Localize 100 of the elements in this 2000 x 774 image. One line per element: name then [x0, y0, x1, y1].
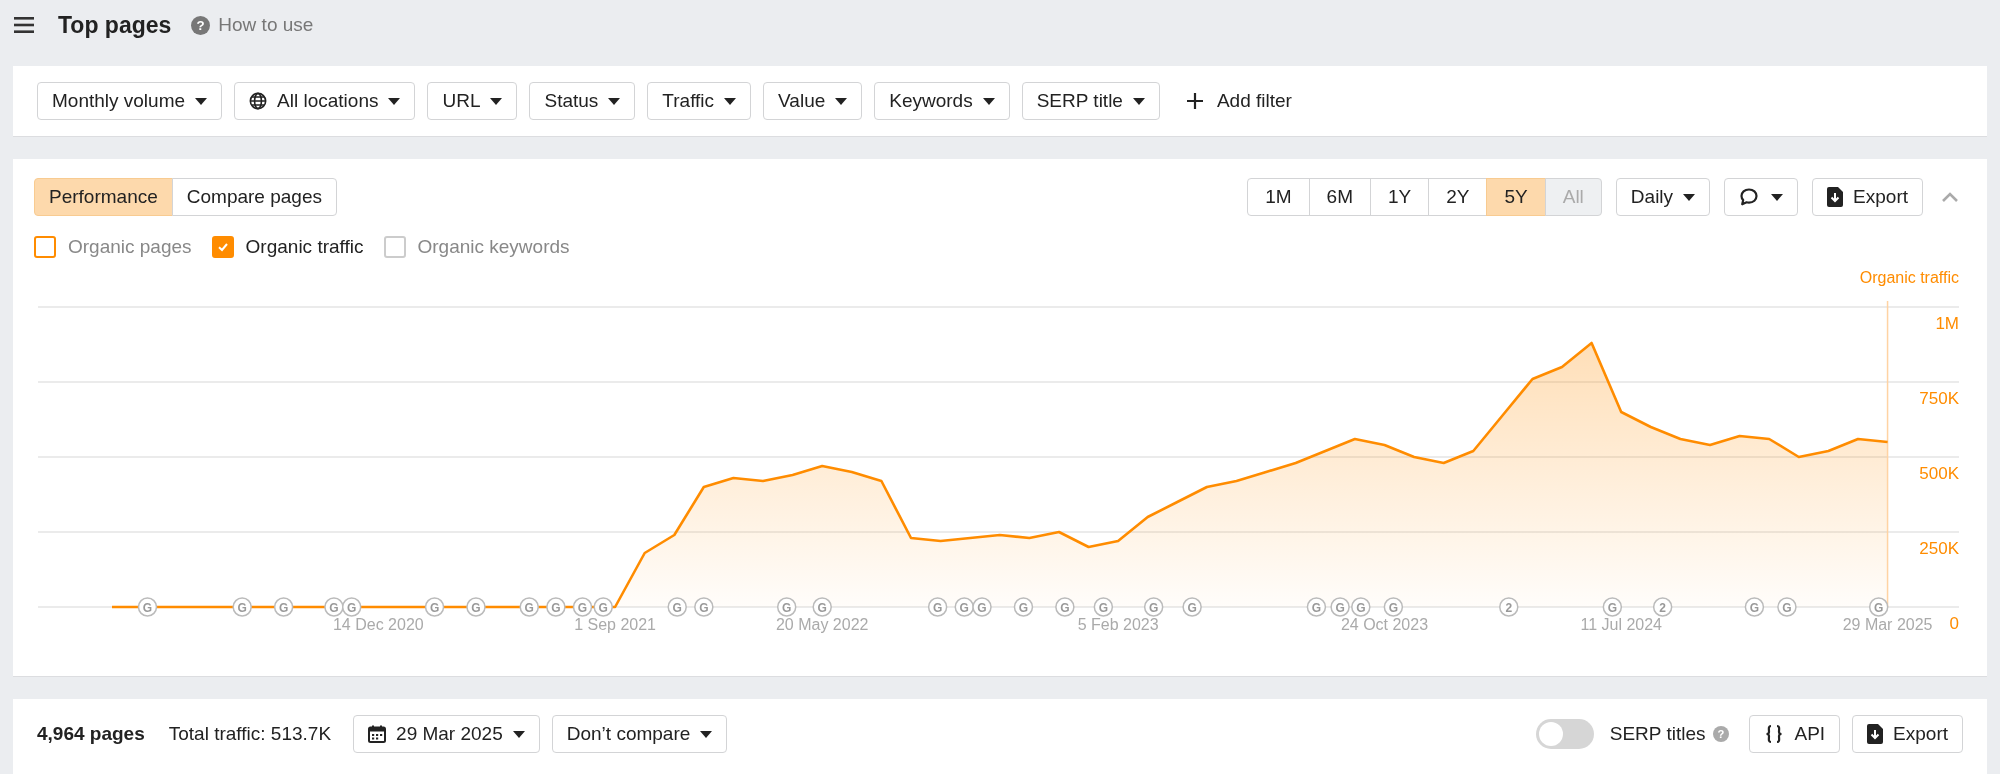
update-marker[interactable]: G	[1143, 597, 1164, 617]
caret-icon	[388, 97, 401, 105]
menu-icon[interactable]	[14, 17, 34, 33]
caret-icon	[512, 730, 525, 738]
filter-dropdown[interactable]: Traffic	[647, 82, 752, 120]
how-to-use-link[interactable]: How to use	[218, 14, 314, 36]
serp-titles-label: SERP titles	[1609, 722, 1706, 746]
caret-icon	[1683, 193, 1696, 201]
y-axis-label: 250K	[1919, 539, 1959, 558]
view-tab[interactable]: Compare pages	[171, 178, 337, 216]
update-marker[interactable]: G	[232, 597, 252, 617]
update-marker[interactable]: G	[1055, 597, 1075, 617]
update-marker[interactable]: G	[1868, 597, 1889, 617]
update-marker[interactable]: G	[812, 597, 832, 617]
update-marker[interactable]: G	[667, 597, 687, 617]
api-button[interactable]: API	[1749, 715, 1841, 753]
export-button[interactable]: Export	[1812, 178, 1923, 216]
update-marker[interactable]: G	[1306, 597, 1327, 617]
update-marker[interactable]: G	[1351, 597, 1371, 617]
caret-icon	[608, 97, 621, 105]
range-tab[interactable]: 2Y	[1428, 178, 1488, 216]
download-file-icon	[1867, 724, 1884, 744]
x-axis-label: 29 Mar 2025	[1842, 616, 1933, 633]
caret-icon	[195, 97, 208, 105]
filter-dropdown[interactable]: Monthly volume	[37, 82, 223, 120]
caret-icon	[982, 97, 995, 105]
filter-dropdown[interactable]: Status	[529, 82, 636, 120]
update-marker[interactable]: G	[519, 597, 539, 617]
series-checkbox[interactable]	[383, 236, 406, 258]
update-marker[interactable]: G	[324, 597, 344, 617]
update-marker[interactable]: 2	[1652, 597, 1673, 617]
update-marker[interactable]: 2	[1499, 597, 1519, 617]
update-marker[interactable]: G	[546, 597, 566, 617]
braces-icon	[1764, 724, 1785, 744]
update-marker[interactable]: G	[776, 597, 797, 617]
update-marker[interactable]: G	[694, 597, 714, 617]
x-axis-label: 1 Sep 2021	[574, 616, 656, 633]
update-marker[interactable]: G	[424, 597, 445, 617]
caret-icon	[835, 97, 848, 105]
update-marker[interactable]: G	[1383, 597, 1404, 617]
update-marker[interactable]: G	[927, 597, 948, 617]
series-label: Organic pages	[68, 236, 192, 258]
location-dropdown[interactable]: All locations	[234, 82, 416, 120]
help-icon[interactable]: ?	[1713, 726, 1730, 742]
caret-icon	[490, 97, 503, 105]
caret-icon	[1132, 97, 1145, 105]
annotations-dropdown[interactable]	[1724, 178, 1799, 216]
update-marker[interactable]: G	[972, 597, 992, 617]
page-title: Top pages	[58, 11, 172, 39]
download-file-icon	[1827, 187, 1844, 207]
x-axis-label: 24 Oct 2023	[1340, 616, 1429, 633]
x-axis-label: 5 Feb 2023	[1077, 616, 1159, 633]
total-traffic: Total traffic: 513.7K	[168, 722, 332, 746]
y-axis-label: 750K	[1919, 389, 1959, 408]
view-tab[interactable]: Performance	[34, 178, 173, 216]
y-axis-label: 0	[1949, 614, 1959, 633]
update-marker[interactable]: G	[1330, 597, 1350, 617]
update-marker[interactable]: G	[341, 597, 362, 617]
x-axis-label: 14 Dec 2020	[332, 616, 424, 633]
filter-dropdown[interactable]: SERP title	[1021, 82, 1160, 120]
serp-titles-toggle[interactable]	[1535, 719, 1594, 749]
filter-dropdown[interactable]: URL	[427, 82, 518, 120]
series-checkbox[interactable]	[34, 236, 56, 258]
plus-icon	[1186, 93, 1203, 109]
calendar-icon	[368, 725, 387, 743]
y-axis-label: 1M	[1935, 314, 1959, 333]
update-marker[interactable]: G	[572, 597, 593, 617]
checkmark-icon	[216, 241, 229, 253]
export-button[interactable]: Export	[1852, 715, 1963, 753]
collapse-chevron-icon[interactable]	[1941, 191, 1959, 203]
series-checkbox[interactable]	[211, 236, 234, 258]
range-tab[interactable]: 1M	[1247, 178, 1310, 216]
update-marker[interactable]: G	[1093, 597, 1114, 617]
page-count: 4,964 pages	[37, 722, 145, 746]
range-tab[interactable]: 5Y	[1486, 178, 1546, 216]
filter-dropdown[interactable]: Keywords	[874, 82, 1010, 120]
update-marker[interactable]: G	[1182, 597, 1202, 617]
update-marker[interactable]: G	[1744, 597, 1765, 617]
caret-icon	[1771, 193, 1784, 201]
series-label: Organic traffic	[245, 236, 364, 258]
x-axis-label: 20 May 2022	[775, 616, 869, 633]
speech-bubble-icon	[1739, 187, 1760, 207]
update-marker[interactable]: G	[1013, 597, 1034, 617]
date-picker[interactable]: 29 Mar 2025	[353, 715, 540, 753]
filter-dropdown[interactable]: Value	[763, 82, 863, 120]
update-marker[interactable]: G	[466, 597, 486, 617]
update-marker[interactable]: G	[273, 597, 294, 617]
x-axis-label: 11 Jul 2024	[1580, 616, 1662, 633]
range-tab[interactable]: 1Y	[1369, 178, 1430, 216]
update-marker[interactable]: G	[1777, 597, 1797, 617]
help-icon[interactable]: ?	[191, 15, 211, 35]
compare-dropdown[interactable]: Don’t compare	[551, 715, 728, 753]
caret-icon	[724, 97, 737, 105]
interval-dropdown[interactable]: Daily	[1615, 178, 1711, 216]
update-marker[interactable]: G	[137, 597, 158, 617]
caret-icon	[700, 730, 713, 738]
update-marker[interactable]: G	[1602, 597, 1623, 617]
update-marker[interactable]: G	[593, 597, 613, 617]
globe-icon	[249, 92, 268, 110]
range-tab[interactable]: 6M	[1308, 178, 1371, 216]
